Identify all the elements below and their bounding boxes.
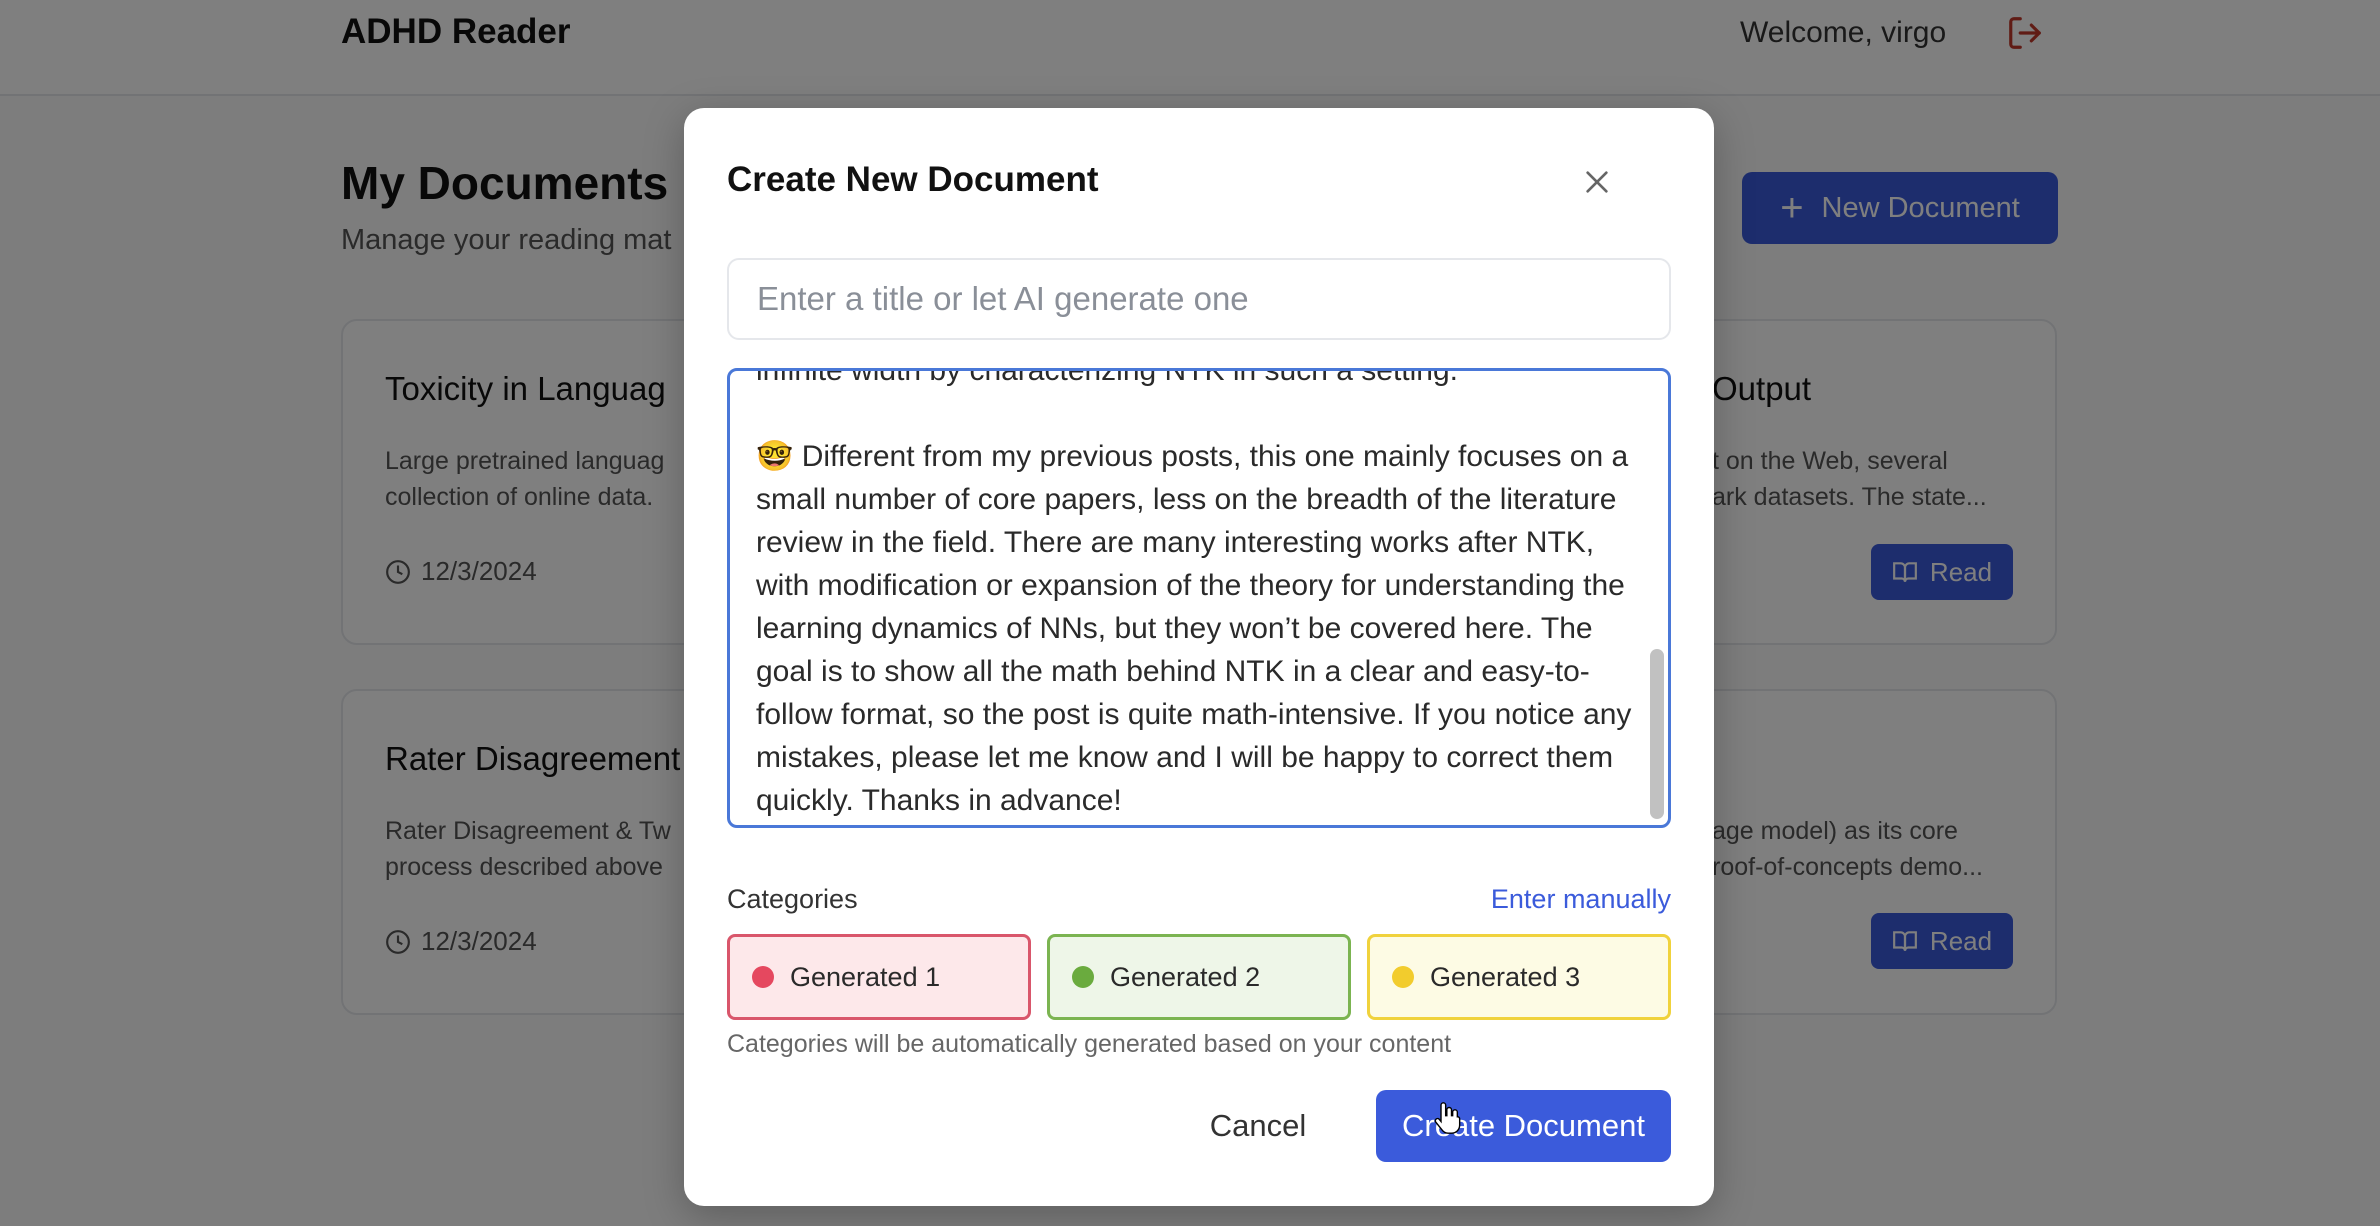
category-chip[interactable]: Generated 1 (727, 934, 1031, 1020)
hand-cursor-icon (1434, 1102, 1461, 1134)
category-chip[interactable]: Generated 2 (1047, 934, 1351, 1020)
category-chip[interactable]: Generated 3 (1367, 934, 1671, 1020)
create-document-button[interactable]: Create Document (1376, 1090, 1671, 1162)
categories-label: Categories (727, 884, 858, 914)
scrollbar-thumb[interactable] (1650, 649, 1664, 819)
color-dot (1072, 966, 1094, 988)
color-dot (1392, 966, 1414, 988)
cancel-button[interactable]: Cancel (1188, 1090, 1328, 1162)
title-input[interactable] (727, 258, 1671, 340)
modal-title: Create New Document (727, 160, 1099, 199)
enter-manually-link[interactable]: Enter manually (1491, 884, 1671, 915)
content-textarea[interactable]: infinite width by characterizing NTK in … (727, 368, 1671, 828)
create-document-modal: Create New Document infinite width by ch… (684, 108, 1714, 1206)
close-icon[interactable] (1581, 166, 1613, 198)
color-dot (752, 966, 774, 988)
categories-help-text: Categories will be automatically generat… (727, 1030, 1452, 1058)
content-text: infinite width by characterizing NTK in … (756, 368, 1632, 817)
